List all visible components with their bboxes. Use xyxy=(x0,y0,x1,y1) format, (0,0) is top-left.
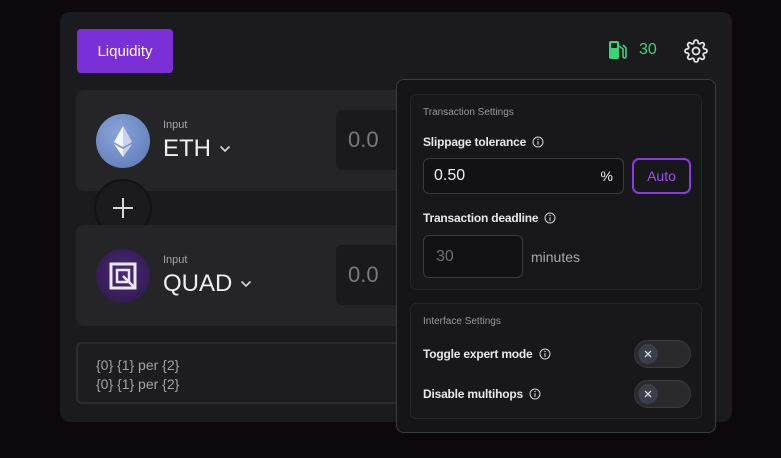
plus-icon xyxy=(113,198,133,218)
slippage-input[interactable]: 0.50 % xyxy=(423,158,624,194)
deadline-label: Transaction deadline xyxy=(423,211,556,225)
expert-mode-label-text: Toggle expert mode xyxy=(423,347,533,361)
section-title: Interface Settings xyxy=(423,316,501,327)
info-icon[interactable] xyxy=(529,388,541,400)
interface-settings-section: Interface Settings Toggle expert mode Di… xyxy=(410,303,702,419)
auto-slippage-button[interactable]: Auto xyxy=(632,158,691,194)
deadline-unit: minutes xyxy=(531,249,581,265)
gas-value: 30 xyxy=(639,41,657,58)
price-rates: {0} {1} per {2} {0} {1} per {2} xyxy=(76,342,406,404)
expert-mode-toggle[interactable] xyxy=(634,340,691,368)
token-name: ETH xyxy=(163,135,211,162)
multihops-label: Disable multihops xyxy=(423,387,541,401)
quad-logo xyxy=(96,249,150,303)
token-name: QUAD xyxy=(163,270,233,297)
settings-popover: Transaction Settings Slippage tolerance … xyxy=(396,79,716,433)
fuel-pump-icon xyxy=(609,41,627,59)
info-icon[interactable] xyxy=(539,348,551,360)
rate-line: {0} {1} per {2} xyxy=(96,376,180,392)
token-select-quad[interactable]: QUAD xyxy=(163,270,252,298)
slippage-value: 0.50 xyxy=(434,167,466,184)
expert-mode-label: Toggle expert mode xyxy=(423,347,551,361)
gear-icon[interactable] xyxy=(684,39,708,63)
liquidity-button[interactable]: Liquidity xyxy=(77,29,173,73)
slippage-label: Slippage tolerance xyxy=(423,135,544,149)
chevron-down-icon xyxy=(241,280,252,288)
deadline-label-text: Transaction deadline xyxy=(423,211,539,225)
toggle-knob xyxy=(638,344,658,364)
rate-line: {0} {1} per {2} xyxy=(96,357,180,373)
gas-price: 30 xyxy=(608,39,657,61)
input-label: Input xyxy=(163,119,188,131)
info-icon[interactable] xyxy=(532,136,544,148)
multihops-label-text: Disable multihops xyxy=(423,387,523,401)
input-label: Input xyxy=(163,254,188,266)
toggle-knob xyxy=(638,384,658,404)
chevron-down-icon xyxy=(219,145,231,153)
percent-unit: % xyxy=(600,168,613,184)
info-icon[interactable] xyxy=(544,212,556,224)
deadline-input[interactable]: 30 xyxy=(423,235,523,278)
transaction-settings-section: Transaction Settings Slippage tolerance … xyxy=(410,94,702,290)
token-select-eth[interactable]: ETH xyxy=(163,135,231,163)
close-icon xyxy=(644,390,652,398)
ethereum-logo xyxy=(96,114,150,168)
slippage-label-text: Slippage tolerance xyxy=(423,135,527,149)
section-title: Transaction Settings xyxy=(423,107,514,118)
close-icon xyxy=(644,350,652,358)
multihops-toggle[interactable] xyxy=(634,380,691,408)
